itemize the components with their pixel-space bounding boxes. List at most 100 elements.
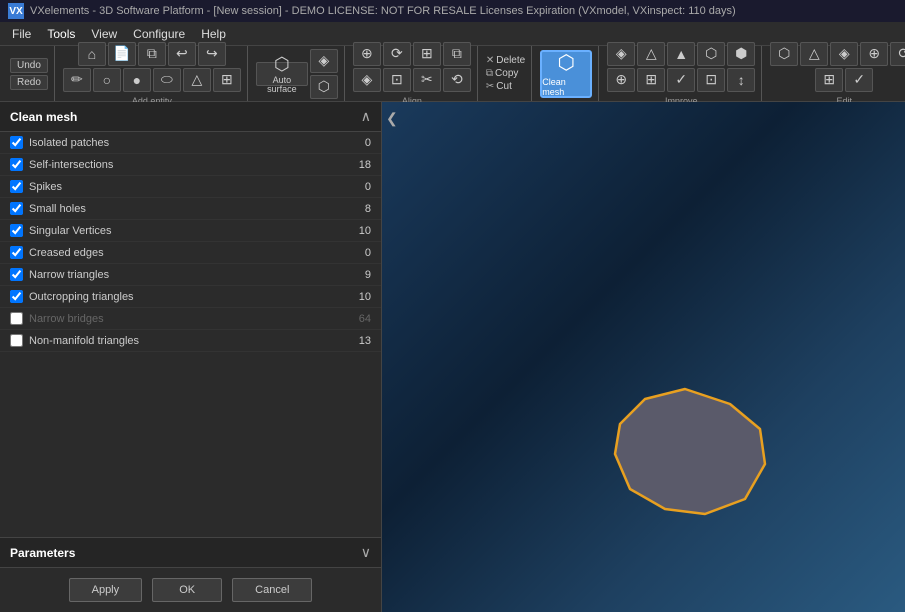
undo-button[interactable]: Undo <box>10 58 48 73</box>
3d-shape <box>585 369 785 532</box>
tb-a7[interactable]: ✂ <box>413 68 441 92</box>
tb-redo2[interactable]: ↪ <box>198 42 226 66</box>
clean-mesh-button[interactable]: ⬡ Clean mesh <box>540 50 592 98</box>
tb-layers[interactable]: ⊞ <box>213 68 241 92</box>
tb-undo2[interactable]: ↩ <box>168 42 196 66</box>
clean-items-list: Isolated patches 0 Self-intersections 18… <box>0 132 381 537</box>
tb-i3[interactable]: ▲ <box>667 42 695 66</box>
non-manifold-triangles-checkbox[interactable] <box>10 334 23 347</box>
tb-triangle[interactable]: △ <box>183 68 211 92</box>
narrow-triangles-checkbox[interactable] <box>10 268 23 281</box>
viewport[interactable]: ❮ <box>382 102 905 612</box>
apply-button[interactable]: Apply <box>69 578 143 602</box>
panel-collapse-button[interactable]: ∧ <box>361 108 371 125</box>
small-holes-checkbox[interactable] <box>10 202 23 215</box>
edit-buttons: ⬡ △ ◈ ⊕ ⟳ <box>770 42 905 66</box>
list-item: Spikes 0 <box>0 176 381 198</box>
spikes-checkbox[interactable] <box>10 180 23 193</box>
tb-e3[interactable]: ◈ <box>830 42 858 66</box>
app-icon: VX <box>8 3 24 19</box>
auto-surface-button[interactable]: ⬡ Auto surface <box>256 62 308 86</box>
tb-as1[interactable]: ◈ <box>310 49 338 73</box>
tb-e2[interactable]: △ <box>800 42 828 66</box>
tb-a2[interactable]: ⟳ <box>383 42 411 66</box>
panel-title: Clean mesh <box>10 110 77 124</box>
menu-view[interactable]: View <box>83 25 125 43</box>
tb-circle[interactable]: ○ <box>93 68 121 92</box>
improve-buttons2: ⊕ ⊞ ✓ ⊡ ↕ <box>607 68 755 92</box>
tb-oval[interactable]: ⬭ <box>153 68 181 92</box>
narrow-bridges-checkbox[interactable] <box>10 312 23 325</box>
tb-home[interactable]: ⌂ <box>78 42 106 66</box>
outcropping-triangles-checkbox[interactable] <box>10 290 23 303</box>
singular-vertices-checkbox[interactable] <box>10 224 23 237</box>
self-intersections-count: 18 <box>341 159 371 171</box>
tb-i4[interactable]: ⬡ <box>697 42 725 66</box>
parameters-collapse-button[interactable]: ∨ <box>361 544 371 561</box>
singular-vertices-count: 10 <box>341 225 371 237</box>
collapse-panel-arrow[interactable]: ❮ <box>386 110 398 127</box>
narrow-triangles-count: 9 <box>341 269 371 281</box>
tb-a8[interactable]: ⟲ <box>443 68 471 92</box>
tb-e4[interactable]: ⊕ <box>860 42 888 66</box>
auto-surface-buttons: ⬡ Auto surface ◈ ⬡ <box>256 49 338 99</box>
tb-i5[interactable]: ⬢ <box>727 42 755 66</box>
tb-e1[interactable]: ⬡ <box>770 42 798 66</box>
copy-label: Copy <box>495 68 518 79</box>
tb-a1[interactable]: ⊕ <box>353 42 381 66</box>
tb-i6[interactable]: ⊕ <box>607 68 635 92</box>
add-entity-buttons2: ✏ ○ ● ⬭ △ ⊞ <box>63 68 241 92</box>
tb-a5[interactable]: ◈ <box>353 68 381 92</box>
delete-label: Delete <box>496 55 525 66</box>
tb-as2[interactable]: ⬡ <box>310 75 338 99</box>
isolated-patches-label: Isolated patches <box>29 137 341 149</box>
menu-configure[interactable]: Configure <box>125 25 193 43</box>
self-intersections-label: Self-intersections <box>29 159 341 171</box>
tb-e5[interactable]: ⟳ <box>890 42 905 66</box>
cancel-button[interactable]: Cancel <box>232 578 312 602</box>
tb-dot[interactable]: ● <box>123 68 151 92</box>
list-item: Narrow triangles 9 <box>0 264 381 286</box>
align-buttons2: ◈ ⊡ ✂ ⟲ <box>353 68 471 92</box>
tb-a3[interactable]: ⊞ <box>413 42 441 66</box>
list-item: Outcropping triangles 10 <box>0 286 381 308</box>
tb-a6[interactable]: ⊡ <box>383 68 411 92</box>
add-entity-section: ⌂ 📄 ⧉ ↩ ↪ ✏ ○ ● ⬭ △ ⊞ Add entity <box>57 46 248 101</box>
tb-i8[interactable]: ✓ <box>667 68 695 92</box>
small-holes-count: 8 <box>341 203 371 215</box>
title-text: VXelements - 3D Software Platform - [New… <box>30 5 736 17</box>
tb-doc[interactable]: 📄 <box>108 42 136 66</box>
tb-i7[interactable]: ⊞ <box>637 68 665 92</box>
tb-i9[interactable]: ⊡ <box>697 68 725 92</box>
non-manifold-triangles-label: Non-manifold triangles <box>29 335 341 347</box>
tb-pencil[interactable]: ✏ <box>63 68 91 92</box>
tb-copy-doc[interactable]: ⧉ <box>138 42 166 66</box>
ok-button[interactable]: OK <box>152 578 222 602</box>
menu-help[interactable]: Help <box>193 25 234 43</box>
tb-i1[interactable]: ◈ <box>607 42 635 66</box>
toolbar: Undo Redo ⌂ 📄 ⧉ ↩ ↪ ✏ ○ ● ⬭ △ ⊞ Add enti… <box>0 46 905 102</box>
tb-a4[interactable]: ⧉ <box>443 42 471 66</box>
isolated-patches-checkbox[interactable] <box>10 136 23 149</box>
list-item: Singular Vertices 10 <box>0 220 381 242</box>
align-section: ⊕ ⟳ ⊞ ⧉ ◈ ⊡ ✂ ⟲ Align <box>347 46 478 101</box>
menu-file[interactable]: File <box>4 25 39 43</box>
narrow-bridges-count: 64 <box>341 313 371 325</box>
tb-e7[interactable]: ✓ <box>845 68 873 92</box>
list-item: Narrow bridges 64 <box>0 308 381 330</box>
redo-button[interactable]: Redo <box>10 75 48 90</box>
list-item: Non-manifold triangles 13 <box>0 330 381 352</box>
tb-i2[interactable]: △ <box>637 42 665 66</box>
outcropping-triangles-label: Outcropping triangles <box>29 291 341 303</box>
tb-e6[interactable]: ⊞ <box>815 68 843 92</box>
panel-header: Clean mesh ∧ <box>0 102 381 132</box>
edit-tools-section: ⬡ △ ◈ ⊕ ⟳ ⊞ ✓ Edit <box>764 46 905 101</box>
list-item: Isolated patches 0 <box>0 132 381 154</box>
non-manifold-triangles-count: 13 <box>341 335 371 347</box>
tb-i10[interactable]: ↕ <box>727 68 755 92</box>
spikes-label: Spikes <box>29 181 341 193</box>
menu-tools[interactable]: Tools <box>39 25 83 43</box>
creased-edges-checkbox[interactable] <box>10 246 23 259</box>
self-intersections-checkbox[interactable] <box>10 158 23 171</box>
clean-mesh-btn-label: Clean mesh <box>542 77 590 97</box>
